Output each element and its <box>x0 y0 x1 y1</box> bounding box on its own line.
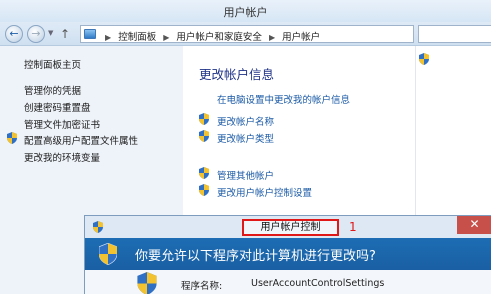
change-account-type-link[interactable]: 更改帐户类型 <box>217 131 274 145</box>
sidebar-item-create-password-reset-disk[interactable]: 创建密码重置盘 <box>24 100 91 114</box>
sidebar-item-control-panel-home[interactable]: 控制面板主页 <box>24 57 81 71</box>
manage-other-accounts-link[interactable]: 管理其他帐户 <box>217 168 274 182</box>
up-button[interactable]: ↑ <box>60 27 70 41</box>
breadcrumb-separator: ▶ <box>268 33 276 42</box>
navigation-bar: ← → ▼ ↑ ▶ 控制面板 ▶ 用户帐户和家庭安全 ▶ 用户帐户 <box>0 22 491 46</box>
uac-shield-icon <box>137 272 157 294</box>
uac-shield-icon <box>199 113 209 125</box>
chevron-down-icon: ▼ <box>48 29 54 37</box>
window-title: 用户帐户 <box>223 6 268 19</box>
arrow-right-icon: → <box>31 27 41 40</box>
breadcrumb-user-accounts[interactable]: 用户帐户 <box>282 32 320 43</box>
uac-dialog: 用户帐户控制 1 ✕ 你要允许以下程序对此计算机进行更改吗? 程序名称: Use… <box>84 215 491 294</box>
uac-shield-icon <box>93 221 103 233</box>
forward-button[interactable]: → <box>27 25 45 43</box>
breadcrumb-user-accounts-family-safety[interactable]: 用户帐户和家庭安全 <box>176 32 262 43</box>
uac-shield-icon <box>419 53 429 65</box>
program-name-value: UserAccountControlSettings <box>251 278 385 289</box>
title-bar: 用户帐户 <box>0 0 491 22</box>
step-annotation: 1 <box>349 220 357 234</box>
change-account-name-link[interactable]: 更改帐户名称 <box>217 114 274 128</box>
page-title: 更改帐户信息 <box>199 67 275 82</box>
breadcrumb-separator: ▶ <box>105 33 112 42</box>
breadcrumb: ▶ 控制面板 ▶ 用户帐户和家庭安全 ▶ 用户帐户 <box>101 29 320 43</box>
sidebar-item-manage-credentials[interactable]: 管理你的凭据 <box>24 83 81 97</box>
arrow-left-icon: ← <box>9 27 19 40</box>
uac-shield-icon <box>199 130 209 142</box>
arrow-up-icon: ↑ <box>60 27 71 41</box>
uac-dialog-title: 用户帐户控制 <box>242 219 339 236</box>
search-input[interactable] <box>418 25 491 43</box>
control-panel-icon <box>84 29 96 39</box>
back-button[interactable]: ← <box>5 25 23 43</box>
breadcrumb-separator: ▶ <box>163 33 170 42</box>
sidebar-item-manage-file-encryption-certificates[interactable]: 管理文件加密证书 <box>24 117 100 131</box>
sidebar-item-configure-advanced-profile-properties[interactable]: 配置高级用户配置文件属性 <box>24 133 138 147</box>
uac-shield-icon <box>99 243 117 265</box>
uac-question: 你要允许以下程序对此计算机进行更改吗? <box>135 249 376 264</box>
change-uac-settings-link[interactable]: 更改用户帐户控制设置 <box>217 185 312 199</box>
breadcrumb-control-panel[interactable]: 控制面板 <box>118 32 156 43</box>
program-name-label: 程序名称: <box>181 281 223 292</box>
pc-settings-account-link[interactable]: 在电脑设置中更改我的帐户信息 <box>217 92 350 106</box>
uac-shield-icon <box>199 167 209 179</box>
uac-body: 程序名称: UserAccountControlSettings <box>85 270 491 294</box>
close-icon: ✕ <box>469 217 480 231</box>
recent-pages-dropdown[interactable]: ▼ <box>48 29 53 37</box>
close-button[interactable]: ✕ <box>457 216 491 234</box>
uac-shield-icon <box>7 132 17 144</box>
sidebar-item-change-environment-variables[interactable]: 更改我的环境变量 <box>24 150 100 164</box>
uac-header: 你要允许以下程序对此计算机进行更改吗? <box>85 238 491 270</box>
uac-shield-icon <box>199 184 209 196</box>
uac-title-bar: 用户帐户控制 1 ✕ <box>85 216 491 238</box>
address-bar[interactable]: ▶ 控制面板 ▶ 用户帐户和家庭安全 ▶ 用户帐户 <box>80 25 414 43</box>
